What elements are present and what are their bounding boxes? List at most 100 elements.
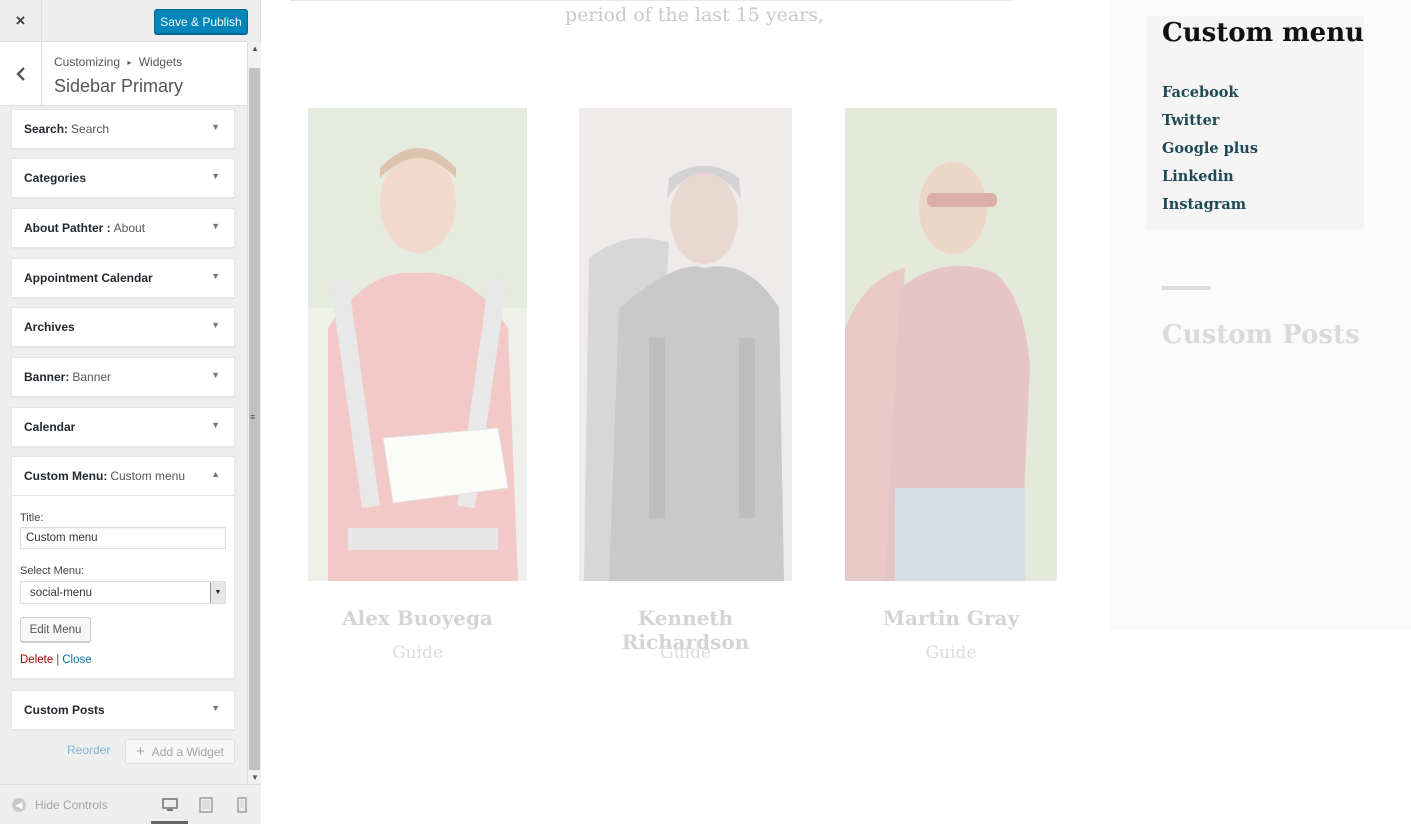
widget-header[interactable]: About Pathter : About ▼ [12,209,234,247]
team-photo-alex [308,108,527,581]
scrollbar-grip-icon: ≡ [250,412,256,422]
expand-arrow-icon[interactable]: ▼ [211,271,220,281]
mobile-icon[interactable] [234,797,250,813]
widget-custom-posts[interactable]: Custom Posts ▼ [11,690,235,730]
widgets-scroll-area: Customizing ▸ Widgets Sidebar Primary Se… [0,42,247,784]
breadcrumb-child: Widgets [138,55,183,69]
divider [290,0,1012,1]
breadcrumb-parent: Customizing [54,55,121,69]
widget-title: Archives [24,320,75,334]
section-header: Customizing ▸ Widgets Sidebar Primary [0,42,247,106]
widget-header[interactable]: Archives ▼ [12,308,234,346]
team-photo-martin [845,108,1057,581]
team-photo-kenneth [579,108,792,581]
widget-categories[interactable]: Categories ▼ [11,158,235,198]
menu-link-twitter[interactable]: Twitter [1162,112,1219,129]
customizer-window: × Save & Publish Customizing ▸ Widgets S… [0,0,1411,824]
save-publish-button[interactable]: Save & Publish [154,9,248,34]
widget-title: Appointment Calendar [24,271,153,285]
menu-link-facebook[interactable]: Facebook [1162,84,1238,101]
menu-select-value: social-menu [30,586,92,599]
add-widget-label: Add a Widget [151,744,224,759]
desktop-icon[interactable] [162,797,178,813]
widget-title: About Pathter : [24,221,111,235]
expand-arrow-icon[interactable]: ▼ [211,370,220,380]
widget-form: Title: Custom menu Select Menu: social-m… [12,495,234,678]
delete-link[interactable]: Delete [20,654,53,666]
widget-actions: Delete | Close [20,654,92,666]
team-role: Guide [660,643,711,663]
team-name: Alex Buoyega [342,606,493,630]
edit-menu-button[interactable]: Edit Menu [20,617,91,642]
select-menu-label: Select Menu: [20,565,85,577]
widget-title: Banner: [24,370,70,384]
team-name: Martin Gray [882,606,1020,630]
widget-subtitle: Search [71,122,110,136]
widget-archives[interactable]: Archives ▼ [11,307,235,347]
widget-search[interactable]: Search: Search ▼ [11,109,235,149]
tablet-icon[interactable] [198,797,214,813]
collapse-arrow-icon[interactable]: ▲ [211,469,220,479]
menu-link-linkedin[interactable]: Linkedin [1162,168,1234,185]
widget-title: Search: [24,122,69,136]
widget-subtitle: Custom menu [110,469,186,483]
widget-header[interactable]: Custom Menu: Custom menu ▲ [12,457,234,495]
widget-subtitle: About [113,221,146,235]
widget-appointment-calendar[interactable]: Appointment Calendar ▼ [11,258,235,298]
expand-arrow-icon[interactable]: ▼ [211,703,220,713]
custom-menu-title: Custom menu [1162,18,1365,48]
menu-link-google-plus[interactable]: Google plus [1162,140,1258,157]
custom-menu-widget: Custom menu Facebook Twitter Google plus… [1146,16,1364,230]
widget-header[interactable]: Appointment Calendar ▼ [12,259,234,297]
site-preview: period of the last 15 years, Alex Buoyeg… [262,0,1411,824]
section-title: Sidebar Primary [54,76,184,96]
customizer-header: × Save & Publish [0,0,248,42]
widget-title: Custom Menu: [24,469,108,483]
close-customizer-icon[interactable]: × [0,0,42,42]
widget-about[interactable]: About Pathter : About ▼ [11,208,235,248]
panel-scrollbar[interactable]: ▲ ≡ ▼ [247,42,261,784]
title-input[interactable]: Custom menu [20,527,226,549]
expand-arrow-icon[interactable]: ▼ [211,221,220,231]
hide-controls-button[interactable]: ◀ Hide Controls [12,798,108,812]
reorder-link[interactable]: Reorder [67,743,110,757]
menu-link-instagram[interactable]: Instagram [1162,196,1246,213]
intro-text: period of the last 15 years, [565,4,825,26]
select-dropdown-icon[interactable]: ▼ [210,582,225,603]
scroll-down-icon[interactable]: ▼ [251,773,259,782]
widget-subtitle: Banner [72,370,112,384]
breadcrumb-separator-icon: ▸ [127,58,132,67]
custom-posts-divider [1162,286,1211,290]
widget-title: Categories [24,171,87,185]
expand-arrow-icon[interactable]: ▼ [211,171,220,181]
widget-title: Custom Posts [24,703,105,717]
expand-arrow-icon[interactable]: ▼ [211,122,220,132]
separator: | [56,654,60,666]
customizer-panel: × Save & Publish Customizing ▸ Widgets S… [0,0,261,824]
expand-arrow-icon[interactable]: ▼ [211,420,220,430]
collapse-icon: ◀ [12,798,26,812]
custom-posts-title: Custom Posts [1162,320,1360,350]
close-link[interactable]: Close [62,654,91,666]
menu-select[interactable]: social-menu ▼ [20,581,226,604]
widget-header[interactable]: Custom Posts ▼ [12,691,234,729]
scroll-up-icon[interactable]: ▲ [251,44,259,53]
breadcrumb: Customizing ▸ Widgets [54,55,182,69]
widget-banner[interactable]: Banner: Banner ▼ [11,357,235,397]
widget-header[interactable]: Categories ▼ [12,159,234,197]
add-widget-button[interactable]: + Add a Widget [125,739,235,764]
hide-controls-label: Hide Controls [35,798,108,812]
expand-arrow-icon[interactable]: ▼ [211,320,220,330]
widget-calendar[interactable]: Calendar ▼ [11,407,235,447]
team-role: Guide [392,643,443,663]
widget-custom-menu[interactable]: Custom Menu: Custom menu ▲ Title: Custom… [11,456,235,679]
team-role: Guide [925,643,977,663]
back-arrow-icon[interactable] [0,42,42,106]
widget-header[interactable]: Search: Search ▼ [12,110,234,148]
title-label: Title: [20,512,44,524]
widget-header[interactable]: Banner: Banner ▼ [12,358,234,396]
widget-header[interactable]: Calendar ▼ [12,408,234,446]
widget-title: Calendar [24,420,76,434]
plus-icon: + [136,743,145,760]
customizer-footer: ◀ Hide Controls [0,784,261,824]
